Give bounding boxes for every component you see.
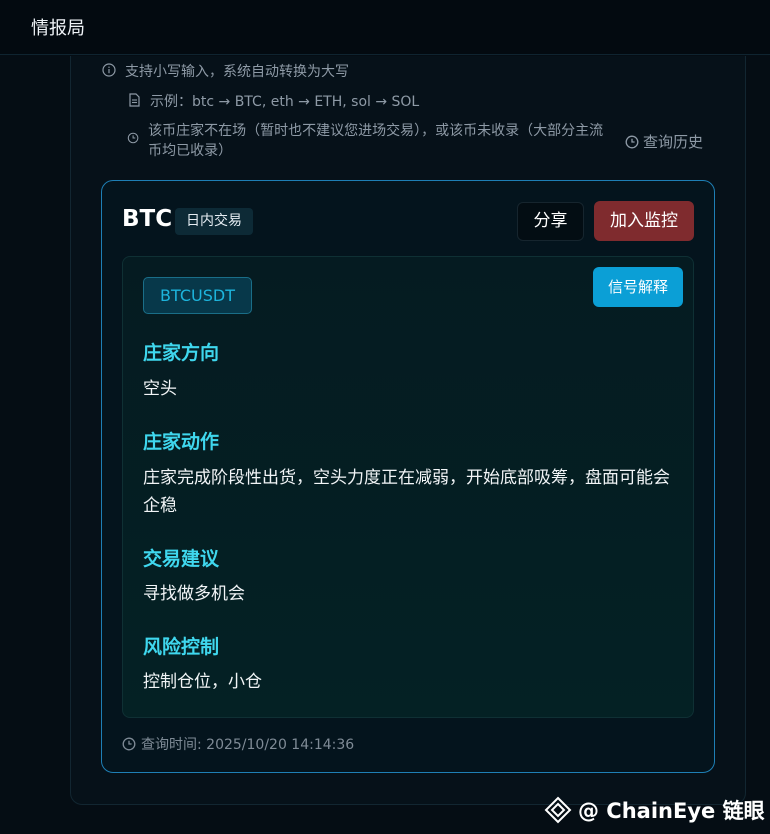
hint-text: 示例：btc → BTC, eth → ETH, sol → SOL bbox=[150, 94, 420, 110]
history-label: 查询历史 bbox=[643, 133, 704, 151]
clock-icon bbox=[127, 132, 139, 144]
document-icon bbox=[129, 93, 140, 107]
section-body-direction: 空头 bbox=[143, 379, 177, 399]
signal-explain-button[interactable]: 信号解释 bbox=[593, 267, 683, 307]
hint-not-present: 该币庄家不在场（暂时也不建议您进场交易），或该币未收录（大部分主流币均已收录） bbox=[127, 121, 617, 161]
chaineye-logo-icon bbox=[544, 796, 572, 824]
watermark-text: @ ChainEye 链眼 bbox=[578, 799, 765, 823]
add-monitor-button[interactable]: 加入监控 bbox=[594, 201, 694, 241]
info-circle-icon bbox=[102, 63, 116, 77]
section-title-advice: 交易建议 bbox=[143, 548, 220, 570]
section-body-action: 庄家完成阶段性出货，空头力度正在减弱，开始底部吸筹，盘面可能会企稳 bbox=[143, 468, 670, 516]
hint-text: 该币庄家不在场（暂时也不建议您进场交易），或该币未收录（大部分主流币均已收录） bbox=[148, 123, 604, 159]
hint-example: 示例：btc → BTC, eth → ETH, sol → SOL bbox=[127, 91, 419, 111]
query-time-text: 查询时间: 2025/10/20 14:14:36 bbox=[141, 737, 355, 753]
trade-mode-badge: 日内交易 bbox=[175, 208, 253, 235]
section-title-direction: 庄家方向 bbox=[143, 342, 220, 364]
section-title-risk: 风险控制 bbox=[143, 636, 220, 658]
query-history-link[interactable]: 查询历史 bbox=[625, 131, 703, 152]
top-bar: 情报局 bbox=[0, 0, 770, 55]
section-body-advice: 寻找做多机会 bbox=[143, 584, 245, 604]
symbol-tag: BTCUSDT bbox=[143, 277, 252, 314]
hint-auto-uppercase: 支持小写输入，系统自动转换为大写 bbox=[102, 61, 349, 81]
app-title: 情报局 bbox=[31, 18, 85, 39]
clock-icon bbox=[122, 737, 136, 751]
query-time: 查询时间: 2025/10/20 14:14:36 bbox=[122, 734, 354, 754]
watermark: @ ChainEye 链眼 bbox=[544, 795, 765, 825]
coin-name: BTC bbox=[122, 206, 173, 232]
hint-text: 支持小写输入，系统自动转换为大写 bbox=[125, 64, 349, 80]
section-body-risk: 控制仓位，小仓 bbox=[143, 672, 262, 692]
clock-icon bbox=[625, 135, 639, 148]
section-title-action: 庄家动作 bbox=[143, 431, 220, 453]
share-button[interactable]: 分享 bbox=[517, 202, 584, 241]
